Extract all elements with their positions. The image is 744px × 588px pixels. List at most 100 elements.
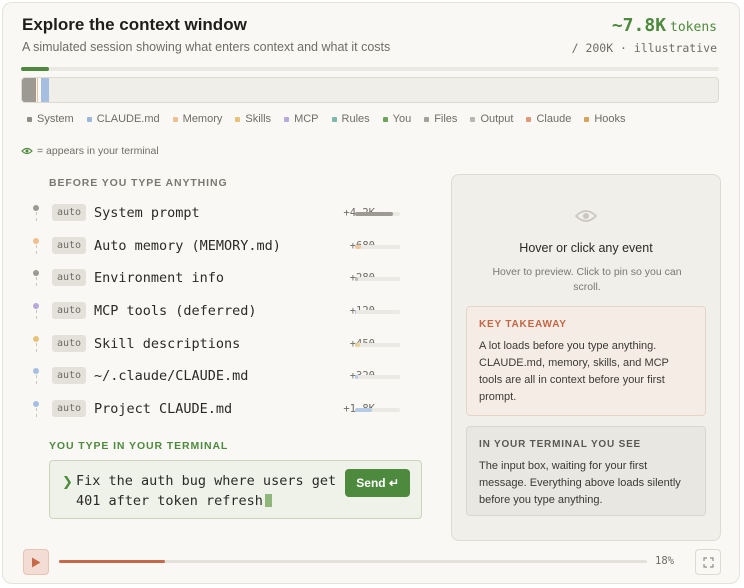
event-connector bbox=[35, 375, 37, 385]
legend-swatch bbox=[284, 116, 290, 122]
event-connector bbox=[35, 310, 37, 320]
key-takeaway-box: Key takeaway A lot loads before you type… bbox=[466, 306, 706, 416]
event-row[interactable]: autoSystem prompt+4.2K bbox=[27, 199, 407, 232]
event-badge: auto bbox=[52, 204, 87, 221]
event-dot bbox=[33, 237, 39, 244]
legend-label: Hooks bbox=[594, 113, 626, 125]
legend-swatch bbox=[86, 116, 92, 122]
event-dot bbox=[33, 368, 39, 375]
legend-swatch bbox=[584, 116, 590, 122]
context-segment-system bbox=[22, 78, 37, 102]
prompt-text-value: Fix the auth bug where users get 401 aft… bbox=[76, 473, 337, 509]
send-button[interactable]: Send ↵ bbox=[345, 469, 410, 497]
event-cost-bar-fill bbox=[355, 212, 394, 216]
event-cost-bar bbox=[355, 408, 400, 413]
event-name: ~/.claude/CLAUDE.md bbox=[94, 368, 249, 385]
event-row[interactable]: autoEnvironment info+280 bbox=[27, 264, 407, 297]
detail-placeholder-title: Hover or click any event bbox=[519, 241, 653, 255]
legend-item-hooks[interactable]: Hooks bbox=[584, 113, 626, 125]
event-dot bbox=[33, 303, 39, 310]
event-cost-bar bbox=[355, 277, 400, 282]
eye-icon bbox=[575, 210, 597, 222]
detail-placeholder-hint: Hover to preview. Click to pin so you ca… bbox=[492, 266, 682, 293]
token-count-unit: tokens bbox=[670, 20, 717, 35]
event-cost-bar bbox=[355, 375, 400, 380]
category-legend: System CLAUDE.md Memory Skills MCP Rules You Fi… bbox=[27, 113, 639, 125]
legend-label: Claude bbox=[536, 113, 572, 125]
event-name: MCP tools (deferred) bbox=[94, 303, 257, 320]
event-cost-bar-fill bbox=[355, 408, 372, 413]
legend-item-output[interactable]: Output bbox=[470, 113, 513, 125]
context-usage-bar bbox=[21, 77, 719, 103]
token-count-value: ~7.8K bbox=[611, 15, 667, 36]
event-cost-bar-fill bbox=[355, 375, 359, 380]
text-cursor bbox=[264, 494, 272, 507]
event-row[interactable]: autoAuto memory (MEMORY.md)+680 bbox=[27, 232, 407, 265]
terminal-view-body: The input box, waiting for your first me… bbox=[479, 460, 681, 506]
legend-label: System bbox=[37, 113, 74, 125]
event-row[interactable]: autoProject CLAUDE.md+1.8K bbox=[27, 395, 407, 428]
event-cost-bar bbox=[355, 212, 400, 216]
playback-scrubber[interactable] bbox=[59, 560, 647, 563]
event-row[interactable]: autoSkill descriptions+450 bbox=[27, 330, 407, 363]
legend-item-claude[interactable]: Claude bbox=[526, 113, 571, 125]
event-badge: auto bbox=[52, 236, 87, 254]
legend-item-skills[interactable]: Skills bbox=[235, 113, 271, 125]
event-connector bbox=[35, 244, 37, 254]
event-connector bbox=[35, 408, 37, 418]
section-you-type: You type in your terminal bbox=[49, 440, 229, 452]
event-dot bbox=[33, 401, 39, 408]
event-cost-bar bbox=[355, 244, 400, 249]
token-count: ~7.8K tokens bbox=[612, 15, 717, 36]
legend-item-claude-md[interactable]: CLAUDE.md bbox=[86, 113, 160, 125]
legend-swatch bbox=[424, 116, 430, 122]
event-connector bbox=[35, 212, 37, 221]
legend-swatch bbox=[172, 116, 178, 122]
legend-item-mcp[interactable]: MCP bbox=[284, 113, 319, 125]
token-limit-note: / 200K · illustrative bbox=[571, 41, 717, 55]
event-connector bbox=[35, 342, 37, 352]
event-cost-bar-fill bbox=[355, 277, 358, 282]
event-name: Skill descriptions bbox=[94, 335, 241, 352]
section-before-typing: Before you type anything bbox=[49, 177, 228, 189]
fullscreen-button[interactable] bbox=[695, 549, 721, 575]
prompt-input[interactable]: ❯ Fix the auth bug where users get 401 a… bbox=[49, 460, 422, 519]
event-name: Auto memory (MEMORY.md) bbox=[94, 237, 281, 254]
legend-item-rules[interactable]: Rules bbox=[331, 113, 370, 125]
legend-item-memory[interactable]: Memory bbox=[172, 113, 223, 125]
event-cost-bar bbox=[355, 310, 400, 315]
prompt-text[interactable]: Fix the auth bug where users get 401 aft… bbox=[76, 471, 346, 511]
event-connector bbox=[35, 277, 37, 287]
legend-label: Memory bbox=[182, 113, 223, 125]
legend-label: Files bbox=[434, 113, 458, 125]
event-badge: auto bbox=[52, 400, 87, 418]
event-cost-bar-fill bbox=[355, 342, 360, 347]
context-explorer-card: Explore the context window A simulated s… bbox=[2, 2, 740, 584]
event-list: autoSystem prompt+4.2KautoAuto memory (M… bbox=[27, 199, 407, 428]
legend-swatch bbox=[331, 116, 337, 122]
page-subtitle: A simulated session showing what enters … bbox=[22, 40, 391, 54]
legend-item-system[interactable]: System bbox=[27, 113, 74, 125]
event-badge: auto bbox=[52, 367, 87, 385]
eye-icon bbox=[21, 147, 33, 155]
legend-item-you[interactable]: You bbox=[382, 113, 412, 125]
event-name: Project CLAUDE.md bbox=[94, 401, 233, 418]
legend-label: MCP bbox=[294, 113, 319, 125]
event-dot bbox=[33, 270, 39, 277]
legend-label: You bbox=[392, 113, 412, 125]
event-row[interactable]: auto~/.claude/CLAUDE.md+320 bbox=[27, 362, 407, 395]
timeline-progress-fill bbox=[21, 67, 49, 71]
event-dot bbox=[33, 205, 39, 211]
event-badge: auto bbox=[52, 302, 87, 320]
event-badge: auto bbox=[52, 269, 87, 287]
legend-swatch bbox=[526, 116, 532, 122]
context-segment-claude-md bbox=[41, 78, 49, 102]
legend-item-files[interactable]: Files bbox=[424, 113, 457, 125]
terminal-visibility-note: = appears in your terminal bbox=[21, 145, 159, 157]
event-row[interactable]: autoMCP tools (deferred)+120 bbox=[27, 297, 407, 330]
legend-swatch bbox=[382, 116, 388, 122]
play-button[interactable] bbox=[23, 549, 49, 575]
prompt-chevron-icon: ❯ bbox=[62, 474, 73, 489]
event-name: Environment info bbox=[94, 270, 225, 287]
legend-swatch bbox=[235, 116, 241, 122]
